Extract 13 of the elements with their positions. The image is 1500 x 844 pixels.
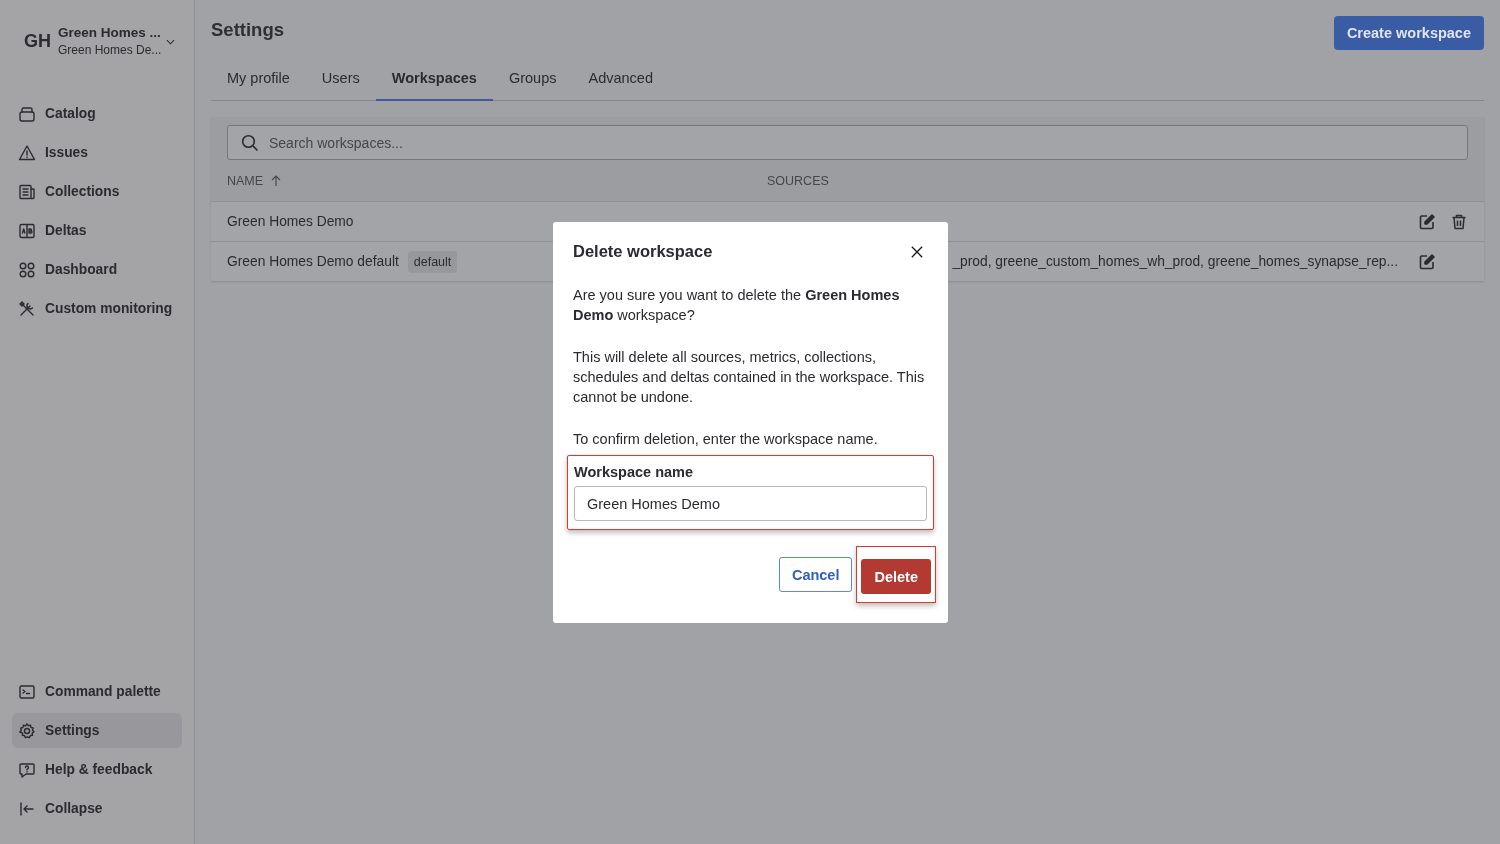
dialog-title: Delete workspace [573, 242, 713, 261]
instruction-text: To confirm deletion, enter the workspace name. [573, 430, 879, 449]
sources-cell: _prod, greene_custom_homes_wh_prod, greene_homes_synapse_rep... [952, 254, 1398, 269]
confirmation-question: Are you sure you want to delete the Green Homes Demo workspace? [573, 286, 901, 325]
org-avatar: GH [24, 30, 51, 52]
workspace-name-cell: Green Homes Demo [227, 214, 354, 229]
workspace-name-cell: Green Homes Demo default [227, 254, 399, 269]
workspace-name: Green Homes De... [58, 43, 162, 57]
default-badge: default [407, 250, 458, 273]
page-title: Settings [211, 19, 284, 41]
org-name: Green Homes ... [58, 25, 162, 40]
field-label: Workspace name [574, 464, 694, 480]
warning-text: This will delete all sources, metrics, collections, schedules and deltas contained in the workspace. This cannot be undone. [573, 348, 926, 407]
